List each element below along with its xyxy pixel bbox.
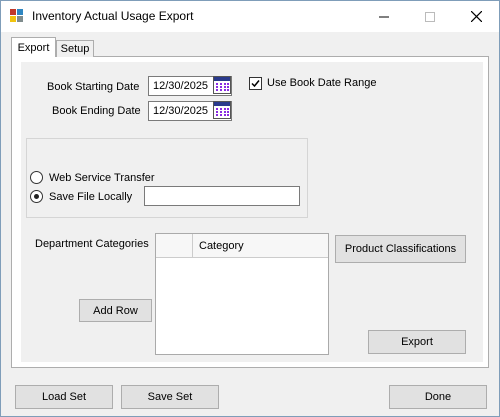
save-file-locally-label: Save File Locally	[49, 191, 133, 203]
calendar-icon[interactable]	[213, 101, 231, 119]
maximize-icon	[425, 11, 435, 22]
close-button[interactable]	[453, 1, 499, 32]
title-bar[interactable]: Inventory Actual Usage Export	[1, 1, 499, 32]
grid-row-header	[156, 234, 193, 258]
add-row-button[interactable]: Add Row	[79, 299, 152, 322]
department-categories-label: Department Categories	[35, 238, 149, 250]
use-book-date-range-checkbox[interactable]	[249, 77, 262, 90]
inventory-app-icon	[10, 9, 23, 22]
book-ending-date-label: Book Ending Date	[52, 105, 141, 117]
minimize-button[interactable]	[361, 1, 407, 32]
save-file-locally-radio[interactable]	[30, 190, 43, 203]
category-column-header[interactable]: Category	[193, 234, 328, 258]
done-button[interactable]: Done	[389, 385, 487, 409]
use-book-date-range-label: Use Book Date Range	[267, 77, 377, 89]
product-classifications-button[interactable]: Product Classifications	[335, 235, 466, 263]
export-button[interactable]: Export	[368, 330, 466, 354]
tab-export[interactable]: Export	[11, 37, 56, 57]
window-title: Inventory Actual Usage Export	[32, 9, 194, 23]
save-set-button[interactable]: Save Set	[121, 385, 219, 409]
checkmark-icon	[251, 80, 260, 88]
department-categories-grid[interactable]: Category	[155, 233, 329, 355]
minimize-icon	[379, 16, 389, 17]
book-starting-date-label: Book Starting Date	[47, 81, 140, 93]
calendar-icon[interactable]	[213, 76, 231, 94]
web-service-transfer-radio[interactable]	[30, 171, 43, 184]
web-service-transfer-label: Web Service Transfer	[49, 172, 155, 184]
tab-setup[interactable]: Setup	[56, 40, 94, 57]
main-window: Inventory Actual Usage Export Export Set…	[0, 0, 500, 417]
maximize-button[interactable]	[407, 1, 453, 32]
file-path-input[interactable]	[144, 186, 300, 206]
close-icon	[470, 11, 482, 22]
load-set-button[interactable]: Load Set	[15, 385, 113, 409]
